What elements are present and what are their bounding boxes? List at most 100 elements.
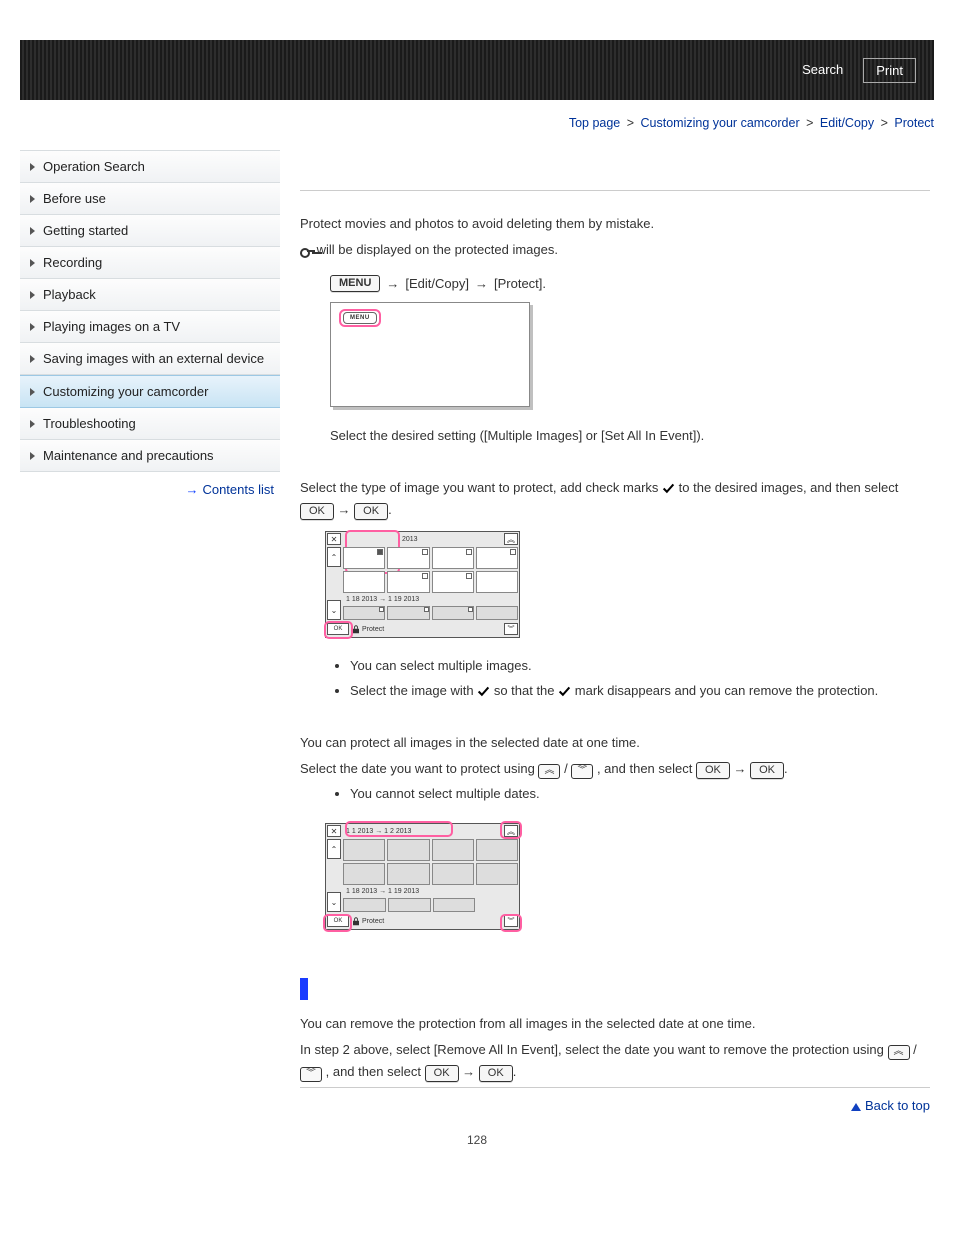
sidebar-item[interactable]: Playback xyxy=(20,279,280,311)
sidebar-item-label: Recording xyxy=(43,255,102,270)
menu-path: MENU → [Edit/Copy] → [Protect]. xyxy=(330,275,930,292)
header-banner: Search Print xyxy=(20,40,934,100)
chevron-double-down-icon: ︾ xyxy=(504,623,518,635)
caret-right-icon xyxy=(30,227,35,235)
check-icon xyxy=(662,482,675,495)
caret-right-icon xyxy=(30,163,35,171)
key-icon xyxy=(300,246,313,256)
arrow-right-icon: → xyxy=(475,276,488,291)
bullet-list: You can select multiple images. Select t… xyxy=(350,656,930,702)
intro-text: Protect movies and photos to avoid delet… xyxy=(300,213,930,235)
screenshot-multiple-images: ✕ 2013 ︽ ⌃ ⌄ xyxy=(325,531,520,638)
chevron-double-up-icon: ︽ xyxy=(538,764,560,779)
bullet-list: You cannot select multiple dates. xyxy=(350,784,930,805)
divider xyxy=(300,190,930,191)
chevron-double-up-icon: ︽ xyxy=(888,1045,910,1060)
sidebar-item-label: Before use xyxy=(43,191,106,206)
sidebar-item[interactable]: Before use xyxy=(20,183,280,215)
sidebar-item-label: Playing images on a TV xyxy=(43,319,180,334)
caret-right-icon xyxy=(30,291,35,299)
ok-button-icon: OK xyxy=(750,762,784,779)
chevron-up-icon: ⌃ xyxy=(327,839,341,859)
chevron-double-up-icon: ︽ xyxy=(504,533,518,545)
back-to-top-link[interactable]: Back to top xyxy=(300,1087,930,1123)
sidebar-item[interactable]: Operation Search xyxy=(20,150,280,183)
sidebar-item-label: Saving images with an external device xyxy=(43,351,264,366)
setall-line: Select the date you want to protect usin… xyxy=(300,758,930,780)
screenshot-menu: MENU xyxy=(330,302,530,407)
ok-button-icon: OK xyxy=(696,762,730,779)
protect-label: Protect xyxy=(350,625,384,634)
path-protect: [Protect]. xyxy=(494,276,546,291)
sidebar-item-label: Maintenance and precautions xyxy=(43,448,214,463)
setall-para: You can protect all images in the select… xyxy=(300,732,930,754)
check-icon xyxy=(477,685,490,698)
sidebar-item[interactable]: Recording xyxy=(20,247,280,279)
ok-button-icon: OK xyxy=(479,1065,513,1082)
menu-chip-label: MENU xyxy=(343,312,377,324)
remove-para1: You can remove the protection from all i… xyxy=(300,1013,930,1035)
breadcrumb-sep: > xyxy=(627,116,634,130)
caret-right-icon xyxy=(30,420,35,428)
intro-text-2: will be displayed on the protected image… xyxy=(300,239,930,261)
caret-right-icon xyxy=(30,355,35,363)
breadcrumb: Top page > Customizing your camcorder > … xyxy=(20,110,934,150)
breadcrumb-sep: > xyxy=(806,116,813,130)
arrow-right-icon: → xyxy=(386,276,399,291)
sidebar-item[interactable]: Saving images with an external device xyxy=(20,343,280,375)
chevron-double-down-icon: ︾ xyxy=(300,1067,322,1082)
lock-icon xyxy=(352,625,360,634)
sidebar: Operation Search Before use Getting starte… xyxy=(20,150,280,507)
contents-list-link[interactable]: →Contents list xyxy=(20,472,280,507)
list-item: You cannot select multiple dates. xyxy=(350,784,930,805)
remove-para2: In step 2 above, select [Remove All In E… xyxy=(300,1039,930,1083)
screenshot-set-all-in-event: ✕ 1 1 2013 → 1 2 2013 ︽ ⌃ ⌄ xyxy=(325,823,520,930)
sidebar-item[interactable]: Customizing your camcorder xyxy=(20,375,280,408)
menu-button-icon: MENU xyxy=(330,275,380,292)
list-item: Select the image with so that the mark d… xyxy=(350,681,930,702)
print-button[interactable]: Print xyxy=(863,58,916,83)
arrow-right-icon: → xyxy=(338,502,355,517)
chevron-up-icon: ⌃ xyxy=(327,547,341,567)
chevron-down-icon: ⌄ xyxy=(327,892,341,912)
breadcrumb-current: Protect xyxy=(894,116,934,130)
sidebar-item[interactable]: Getting started xyxy=(20,215,280,247)
ok-button-icon: OK xyxy=(300,503,334,520)
list-item: You can select multiple images. xyxy=(350,656,930,677)
breadcrumb-link-top[interactable]: Top page xyxy=(569,116,620,130)
caret-right-icon xyxy=(30,452,35,460)
date-range-label: 1 18 2013 → 1 19 2013 xyxy=(342,886,519,897)
sidebar-item-label: Customizing your camcorder xyxy=(43,384,208,399)
breadcrumb-link-customizing[interactable]: Customizing your camcorder xyxy=(641,116,800,130)
arrow-right-icon: → xyxy=(462,1064,479,1079)
search-button[interactable]: Search xyxy=(790,58,855,83)
step2-text: Select the desired setting ([Multiple Im… xyxy=(330,425,930,447)
close-icon: ✕ xyxy=(327,825,341,837)
main-content: Protect movies and photos to avoid delet… xyxy=(300,150,934,1123)
sidebar-item-label: Getting started xyxy=(43,223,128,238)
caret-right-icon xyxy=(30,195,35,203)
arrow-right-icon: → xyxy=(734,761,751,776)
ok-button-icon: OK xyxy=(354,503,388,520)
close-icon: ✕ xyxy=(327,533,341,545)
chevron-down-icon: ⌄ xyxy=(327,600,341,620)
check-icon xyxy=(558,685,571,698)
caret-right-icon xyxy=(30,388,35,396)
step3-text: Select the type of image you want to pro… xyxy=(300,477,930,521)
path-editcopy: [Edit/Copy] xyxy=(405,276,469,291)
arrow-right-icon: → xyxy=(185,482,198,497)
caret-right-icon xyxy=(30,323,35,331)
breadcrumb-link-editcopy[interactable]: Edit/Copy xyxy=(820,116,874,130)
lock-icon xyxy=(352,917,360,926)
sidebar-item[interactable]: Maintenance and precautions xyxy=(20,440,280,472)
ok-button-icon: OK xyxy=(425,1065,459,1082)
caret-right-icon xyxy=(30,259,35,267)
date-range-label: 1 18 2013 → 1 19 2013 xyxy=(342,594,519,605)
sidebar-item[interactable]: Troubleshooting xyxy=(20,408,280,440)
sidebar-item[interactable]: Playing images on a TV xyxy=(20,311,280,343)
protect-label: Protect xyxy=(350,917,384,926)
triangle-up-icon xyxy=(851,1103,861,1111)
sidebar-item-label: Troubleshooting xyxy=(43,416,136,431)
sidebar-item-label: Operation Search xyxy=(43,159,145,174)
section-marker xyxy=(300,978,308,1000)
